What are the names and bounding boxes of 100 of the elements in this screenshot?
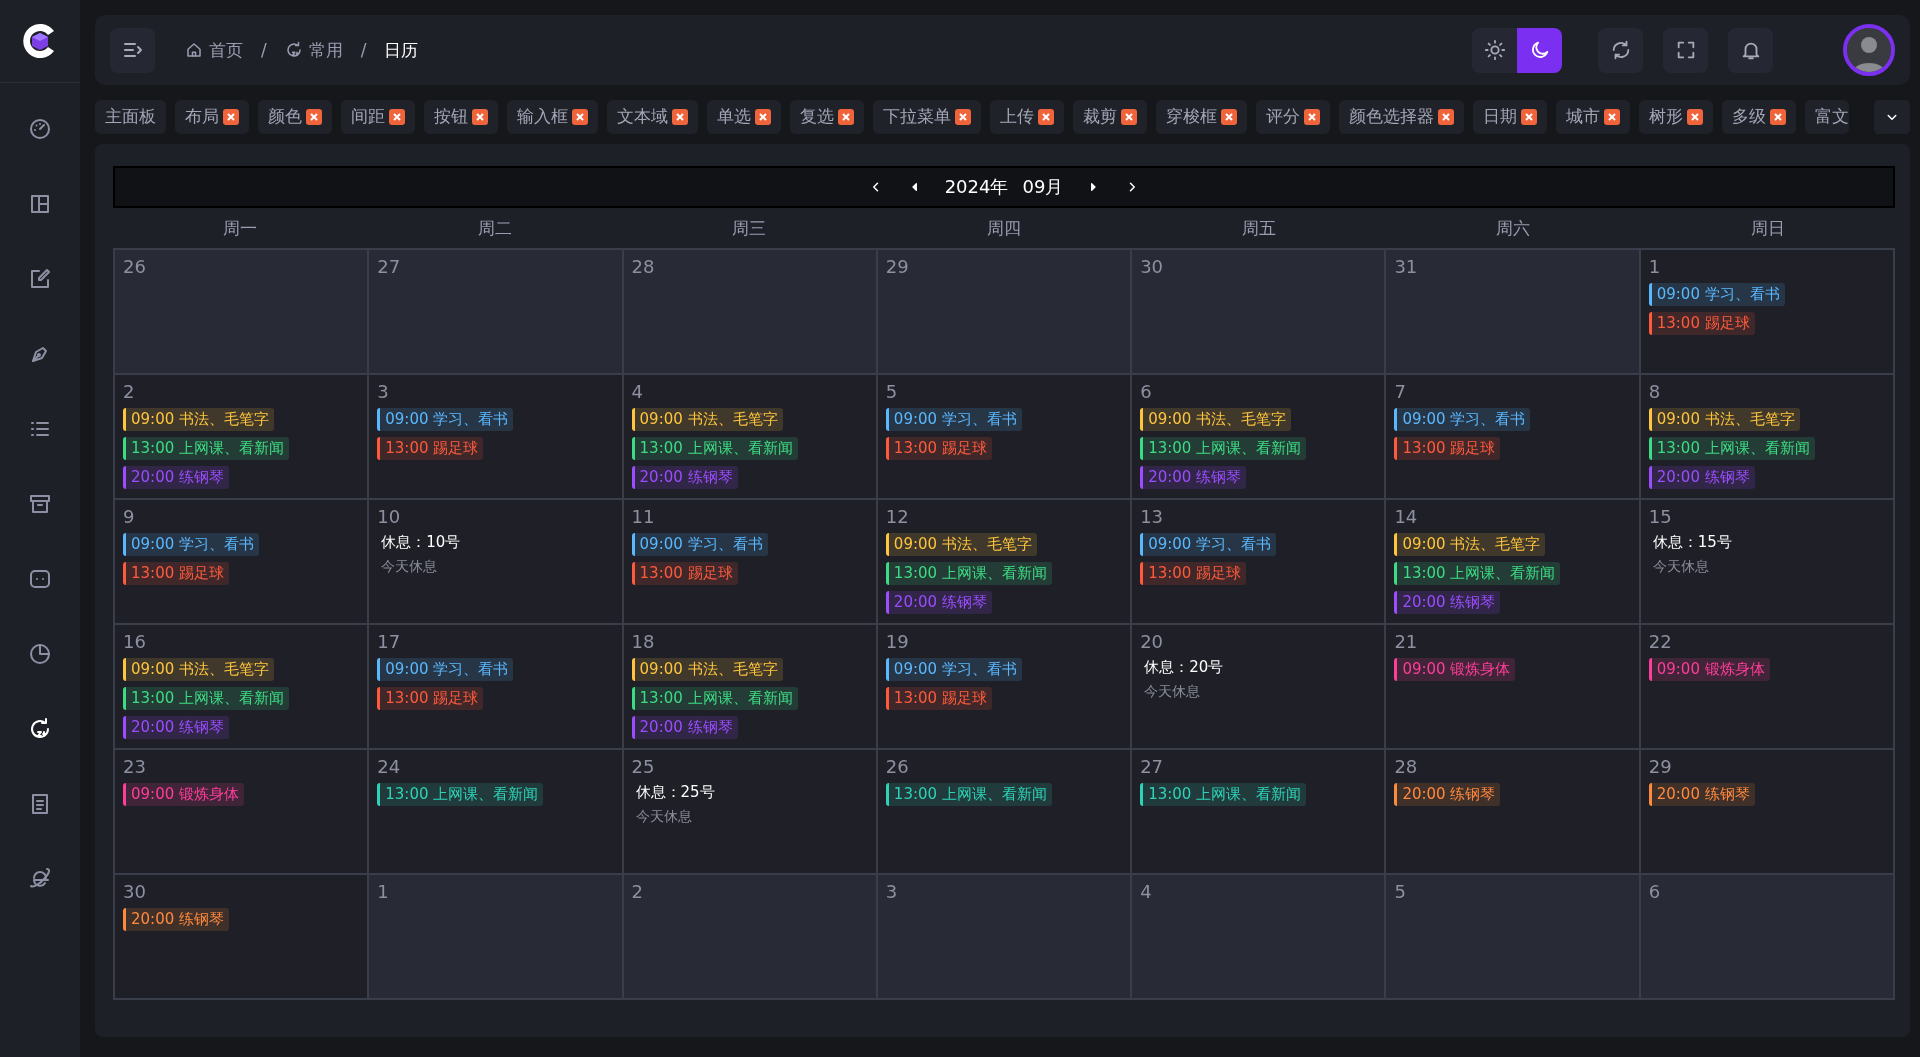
- event-tag[interactable]: 09:00 学习、看书: [885, 658, 1022, 681]
- close-icon[interactable]: [1604, 109, 1620, 125]
- close-icon[interactable]: [389, 109, 405, 125]
- close-icon[interactable]: [1121, 109, 1137, 125]
- event-tag[interactable]: 20:00 练钢琴: [1394, 783, 1501, 806]
- close-icon[interactable]: [223, 109, 239, 125]
- event-tag[interactable]: 13:00 踢足球: [377, 687, 484, 710]
- event-tag[interactable]: 20:00 练钢琴: [123, 716, 229, 739]
- event-tag[interactable]: 09:00 学习、看书: [631, 533, 768, 556]
- day-cell[interactable]: 16 09:00 书法、毛笔字 13:00 上网课、看新闻 20:00 练钢琴: [115, 625, 370, 750]
- event-tag[interactable]: 09:00 学习、看书: [1394, 408, 1531, 431]
- event-tag[interactable]: 20:00 练钢琴: [1394, 591, 1501, 614]
- event-tag[interactable]: 09:00 学习、看书: [1140, 533, 1277, 556]
- day-cell[interactable]: 4: [1132, 875, 1387, 1000]
- event-tag[interactable]: 20:00 练钢琴: [631, 716, 738, 739]
- tab[interactable]: 裁剪: [1073, 100, 1147, 134]
- tab[interactable]: 城市: [1556, 100, 1630, 134]
- close-icon[interactable]: [472, 109, 488, 125]
- tab[interactable]: 主面板: [95, 100, 166, 134]
- day-cell[interactable]: 26: [115, 250, 370, 375]
- notification-button[interactable]: [1728, 27, 1773, 73]
- event-tag[interactable]: 13:00 踢足球: [631, 562, 738, 585]
- event-tag[interactable]: 13:00 踢足球: [123, 562, 229, 585]
- close-icon[interactable]: [306, 109, 322, 125]
- event-tag[interactable]: 13:00 踢足球: [1140, 562, 1247, 585]
- day-cell[interactable]: 31: [1386, 250, 1641, 375]
- tab[interactable]: 颜色: [258, 100, 332, 134]
- event-tag[interactable]: 13:00 上网课、看新闻: [1394, 562, 1561, 585]
- tab[interactable]: 下拉菜单: [873, 100, 981, 134]
- close-icon[interactable]: [1687, 109, 1703, 125]
- day-cell[interactable]: 27: [369, 250, 624, 375]
- day-cell[interactable]: 10 休息：10号 今天休息: [369, 500, 624, 625]
- event-tag[interactable]: 20:00 练钢琴: [1140, 466, 1247, 489]
- event-tag[interactable]: 09:00 书法、毛笔字: [123, 408, 274, 431]
- tab[interactable]: 多级: [1722, 100, 1796, 134]
- event-tag[interactable]: 09:00 学习、看书: [377, 658, 514, 681]
- event-tag[interactable]: 13:00 上网课、看新闻: [123, 687, 289, 710]
- event-tag[interactable]: 09:00 学习、看书: [885, 408, 1022, 431]
- event-tag[interactable]: 20:00 练钢琴: [123, 466, 229, 489]
- event-tag[interactable]: 13:00 踢足球: [885, 687, 992, 710]
- event-tag[interactable]: 09:00 书法、毛笔字: [631, 658, 783, 681]
- tab[interactable]: 复选: [790, 100, 864, 134]
- day-cell[interactable]: 7 09:00 学习、看书 13:00 踢足球: [1386, 375, 1641, 500]
- event-tag[interactable]: 20:00 练钢琴: [885, 591, 992, 614]
- breadcrumb-link[interactable]: 日历: [384, 38, 419, 62]
- tab[interactable]: 日期: [1473, 100, 1547, 134]
- tab[interactable]: 单选: [707, 100, 781, 134]
- tab[interactable]: 树形: [1639, 100, 1713, 134]
- month-label[interactable]: 09月: [1022, 175, 1064, 199]
- event-tag[interactable]: 13:00 上网课、看新闻: [631, 437, 798, 460]
- day-cell[interactable]: 8 09:00 书法、毛笔字 13:00 上网课、看新闻 20:00 练钢琴: [1640, 375, 1895, 500]
- day-cell[interactable]: 21 09:00 锻炼身体: [1386, 625, 1641, 750]
- tab[interactable]: 上传: [990, 100, 1064, 134]
- event-tag[interactable]: 09:00 学习、看书: [1648, 283, 1785, 306]
- close-icon[interactable]: [1770, 109, 1786, 125]
- event-tag[interactable]: 13:00 踢足球: [377, 437, 484, 460]
- dark-mode-button[interactable]: [1517, 27, 1562, 73]
- day-cell[interactable]: 17 09:00 学习、看书 13:00 踢足球: [369, 625, 624, 750]
- year-label[interactable]: 2024年: [944, 175, 1009, 199]
- day-cell[interactable]: 15 休息：15号 今天休息: [1640, 500, 1895, 625]
- event-tag[interactable]: 13:00 上网课、看新闻: [123, 437, 289, 460]
- event-tag[interactable]: 13:00 踢足球: [885, 437, 992, 460]
- tab[interactable]: 颜色选择器: [1339, 100, 1464, 134]
- event-tag[interactable]: 09:00 锻炼身体: [1648, 658, 1770, 681]
- day-cell[interactable]: 22 09:00 锻炼身体: [1640, 625, 1895, 750]
- day-cell[interactable]: 28 20:00 练钢琴: [1386, 750, 1641, 875]
- sidebar-toggle-button[interactable]: [110, 27, 155, 73]
- event-tag[interactable]: 09:00 书法、毛笔字: [631, 408, 783, 431]
- light-mode-button[interactable]: [1472, 27, 1517, 73]
- event-tag[interactable]: 09:00 书法、毛笔字: [1648, 408, 1800, 431]
- event-tag[interactable]: 20:00 练钢琴: [1648, 466, 1755, 489]
- day-cell[interactable]: 6: [1640, 875, 1895, 1000]
- day-cell[interactable]: 6 09:00 书法、毛笔字 13:00 上网课、看新闻 20:00 练钢琴: [1132, 375, 1387, 500]
- event-tag[interactable]: 09:00 学习、看书: [123, 533, 259, 556]
- close-icon[interactable]: [1521, 109, 1537, 125]
- day-cell[interactable]: 3: [877, 875, 1133, 1000]
- day-cell[interactable]: 28: [623, 250, 878, 375]
- tab[interactable]: 间距: [341, 100, 415, 134]
- day-cell[interactable]: 5 09:00 学习、看书 13:00 踢足球: [877, 375, 1133, 500]
- event-tag[interactable]: 20:00 练钢琴: [1648, 783, 1755, 806]
- day-cell[interactable]: 9 09:00 学习、看书 13:00 踢足球: [115, 500, 370, 625]
- day-cell[interactable]: 14 09:00 书法、毛笔字 13:00 上网课、看新闻 20:00 练钢琴: [1386, 500, 1641, 625]
- event-tag[interactable]: 13:00 踢足球: [1394, 437, 1501, 460]
- event-tag[interactable]: 13:00 上网课、看新闻: [885, 783, 1052, 806]
- tab[interactable]: 按钮: [424, 100, 498, 134]
- event-tag[interactable]: 13:00 上网课、看新闻: [377, 783, 544, 806]
- close-icon[interactable]: [955, 109, 971, 125]
- event-tag[interactable]: 20:00 练钢琴: [631, 466, 738, 489]
- event-tag[interactable]: 20:00 练钢琴: [123, 908, 229, 931]
- fullscreen-button[interactable]: [1663, 27, 1708, 73]
- breadcrumb-link[interactable]: 常用: [284, 38, 343, 62]
- day-cell[interactable]: 18 09:00 书法、毛笔字 13:00 上网课、看新闻 20:00 练钢琴: [623, 625, 878, 750]
- day-cell[interactable]: 26 13:00 上网课、看新闻: [877, 750, 1133, 875]
- day-cell[interactable]: 3 09:00 学习、看书 13:00 踢足球: [369, 375, 624, 500]
- tab[interactable]: 富文: [1805, 100, 1849, 134]
- day-cell[interactable]: 25 休息：25号 今天休息: [623, 750, 878, 875]
- event-tag[interactable]: 13:00 上网课、看新闻: [1140, 437, 1307, 460]
- day-cell[interactable]: 1 09:00 学习、看书 13:00 踢足球: [1640, 250, 1895, 375]
- day-cell[interactable]: 11 09:00 学习、看书 13:00 踢足球: [623, 500, 878, 625]
- close-icon[interactable]: [572, 109, 588, 125]
